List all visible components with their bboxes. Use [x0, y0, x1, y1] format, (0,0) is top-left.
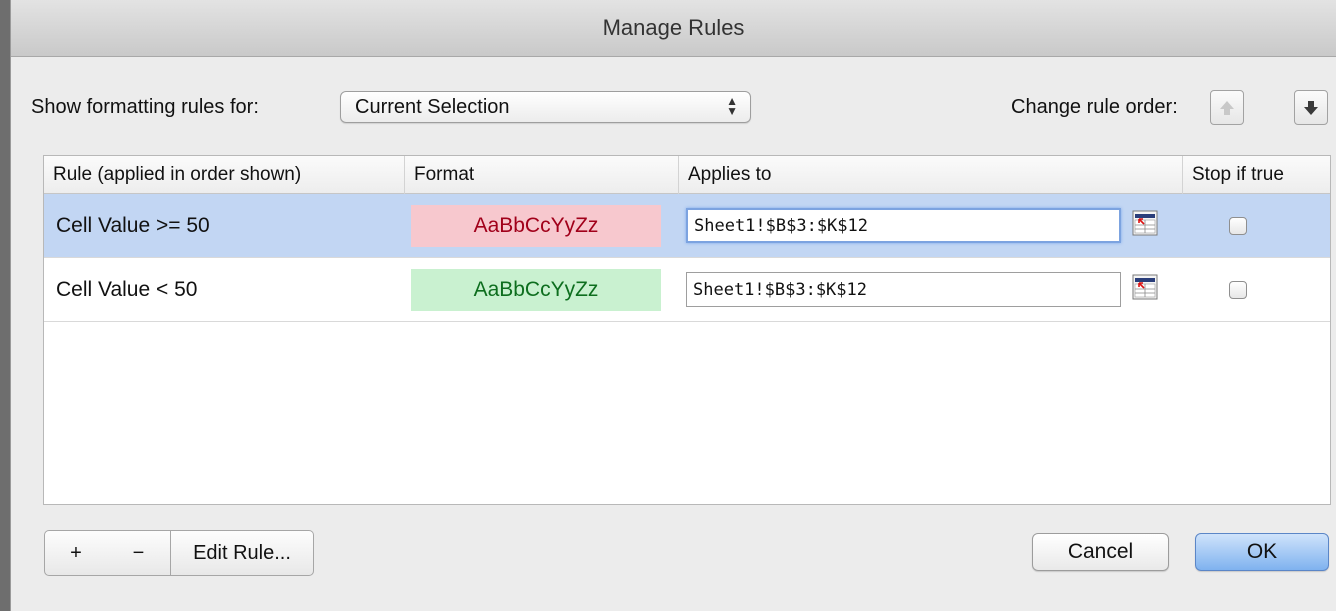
stop-if-true-checkbox[interactable] — [1229, 281, 1247, 299]
format-preview: AaBbCcYyZz — [411, 269, 661, 311]
manage-rules-dialog: Manage Rules Show formatting rules for: … — [10, 0, 1336, 611]
rule-description: Cell Value < 50 — [56, 278, 198, 301]
stop-if-true-checkbox[interactable] — [1229, 217, 1247, 235]
column-header-format[interactable]: Format — [405, 156, 679, 194]
table-header: Rule (applied in order shown) Format App… — [44, 156, 1330, 194]
cancel-button[interactable]: Cancel — [1032, 533, 1169, 571]
show-rules-label: Show formatting rules for: — [31, 96, 259, 118]
up-arrow-icon — [1220, 100, 1234, 115]
column-header-stop-if-true[interactable]: Stop if true — [1183, 156, 1332, 194]
range-picker-icon[interactable] — [1132, 274, 1158, 300]
move-down-button[interactable] — [1294, 90, 1328, 125]
delete-rule-button[interactable]: − — [107, 530, 171, 576]
move-up-button[interactable] — [1210, 90, 1244, 125]
range-picker-icon[interactable] — [1132, 210, 1158, 236]
format-preview: AaBbCcYyZz — [411, 205, 661, 247]
rules-table: Rule (applied in order shown) Format App… — [43, 155, 1331, 505]
applies-to-field[interactable]: Sheet1!$B$3:$K$12 — [686, 272, 1121, 307]
select-arrows-icon: ▲ ▼ — [726, 94, 738, 118]
rule-description: Cell Value >= 50 — [56, 214, 210, 237]
table-row[interactable]: Cell Value >= 50 AaBbCcYyZz Sheet1!$B$3:… — [44, 194, 1330, 258]
table-row[interactable]: Cell Value < 50 AaBbCcYyZz Sheet1!$B$3:$… — [44, 258, 1330, 322]
show-rules-select[interactable]: Current Selection ▲ ▼ — [340, 91, 751, 123]
window-title: Manage Rules — [602, 15, 745, 40]
title-bar: Manage Rules — [11, 0, 1336, 57]
down-arrow-icon — [1304, 100, 1318, 115]
change-order-label: Change rule order: — [1011, 96, 1178, 118]
column-header-applies-to[interactable]: Applies to — [679, 156, 1183, 194]
applies-to-field[interactable]: Sheet1!$B$3:$K$12 — [686, 208, 1121, 243]
show-rules-select-value: Current Selection — [355, 95, 510, 118]
column-header-rule[interactable]: Rule (applied in order shown) — [44, 156, 405, 194]
edit-rule-button[interactable]: Edit Rule... — [171, 530, 314, 576]
add-rule-button[interactable]: + — [44, 530, 108, 576]
ok-button[interactable]: OK — [1195, 533, 1329, 571]
